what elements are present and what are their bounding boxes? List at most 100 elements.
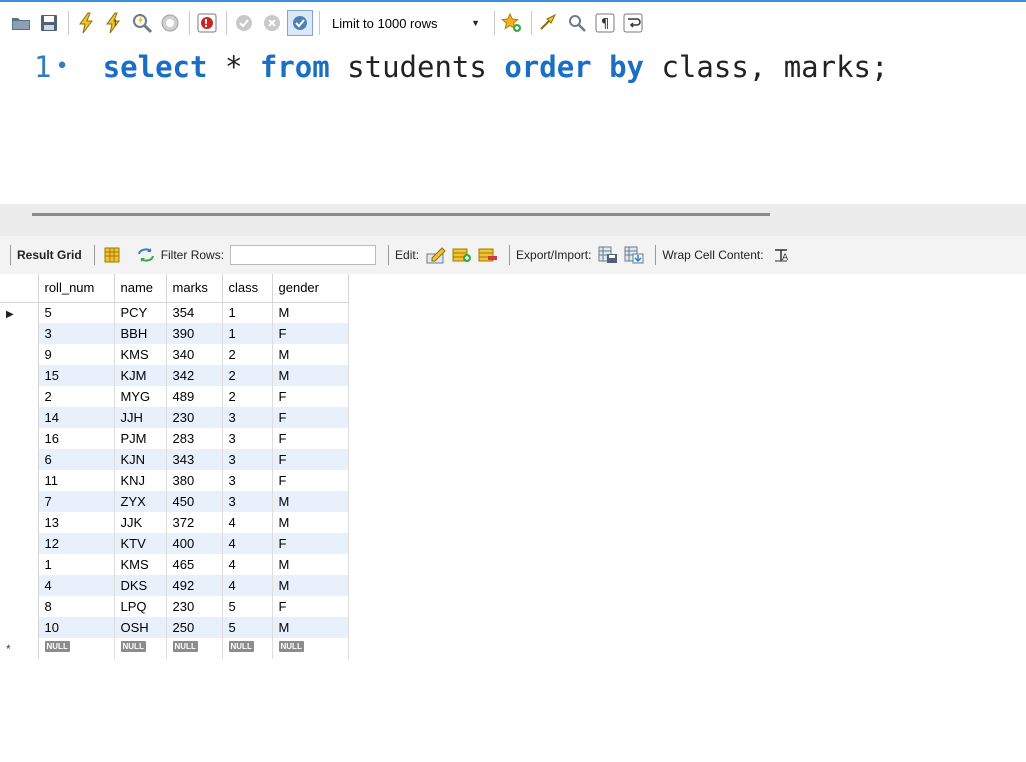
cell-roll-num[interactable]: 15 xyxy=(38,365,115,386)
cell-gender[interactable]: F xyxy=(272,323,349,344)
cell-gender[interactable]: M xyxy=(272,344,349,365)
cell-roll-num[interactable]: 6 xyxy=(38,449,115,470)
toggle-wrap-button[interactable] xyxy=(620,10,646,36)
table-row[interactable]: 13 JJK 372 4 M xyxy=(0,512,349,533)
cell-class[interactable]: 2 xyxy=(222,386,273,407)
cell-class[interactable]: 2 xyxy=(222,365,273,386)
horizontal-scrollbar[interactable] xyxy=(32,213,770,216)
row-header[interactable] xyxy=(0,449,39,470)
cell-name[interactable]: OSH xyxy=(114,617,167,638)
limit-rows-select[interactable]: Limit to 1000 rows ▼ xyxy=(328,11,486,35)
cell-class[interactable]: 3 xyxy=(222,470,273,491)
cell-marks[interactable]: 450 xyxy=(166,491,223,512)
cell-roll-num[interactable]: 12 xyxy=(38,533,115,554)
table-row[interactable]: 10 OSH 250 5 M xyxy=(0,617,349,638)
editor-line-1[interactable]: 1 • select * from students order by clas… xyxy=(34,50,888,84)
table-row[interactable]: 3 BBH 390 1 F xyxy=(0,323,349,344)
cell-class[interactable]: 1 xyxy=(222,323,273,344)
table-row[interactable]: 6 KJN 343 3 F xyxy=(0,449,349,470)
cell-marks[interactable]: 390 xyxy=(166,323,223,344)
row-header[interactable] xyxy=(0,470,39,491)
row-header[interactable] xyxy=(0,554,39,575)
cell-gender[interactable]: M xyxy=(272,617,349,638)
table-row[interactable]: 8 LPQ 230 5 F xyxy=(0,596,349,617)
cell-roll-num[interactable]: 1 xyxy=(38,554,115,575)
cell-name[interactable]: KMS xyxy=(114,554,167,575)
cell-class[interactable]: 3 xyxy=(222,407,273,428)
cell-class[interactable]: 3 xyxy=(222,491,273,512)
row-header[interactable] xyxy=(0,617,39,638)
table-row[interactable]: 14 JJH 230 3 F xyxy=(0,407,349,428)
save-file-button[interactable] xyxy=(36,10,62,36)
toggle-continue-on-error-button[interactable]: ! xyxy=(194,10,220,36)
cell-gender[interactable]: F xyxy=(272,428,349,449)
cell-marks[interactable]: 354 xyxy=(166,302,223,323)
table-row[interactable]: 16 PJM 283 3 F xyxy=(0,428,349,449)
cell-gender[interactable]: F xyxy=(272,449,349,470)
cell-marks[interactable]: 489 xyxy=(166,386,223,407)
result-grid[interactable]: roll_num name marks class gender ▶ 5 PCY 35… xyxy=(0,274,1026,762)
table-row[interactable]: 7 ZYX 450 3 M xyxy=(0,491,349,512)
cell-roll-num[interactable]: 4 xyxy=(38,575,115,596)
import-button[interactable] xyxy=(623,244,645,266)
cell-name[interactable]: JJK xyxy=(114,512,167,533)
cell-class[interactable]: 2 xyxy=(222,344,273,365)
cell-name[interactable]: PCY xyxy=(114,302,167,323)
table-row[interactable]: ▶ 5 PCY 354 1 M xyxy=(0,302,349,323)
table-row[interactable]: 2 MYG 489 2 F xyxy=(0,386,349,407)
beautify-button[interactable] xyxy=(536,10,562,36)
cell-gender[interactable]: M xyxy=(272,302,349,323)
cell-gender[interactable]: F xyxy=(272,407,349,428)
cell-gender-new[interactable]: NULL xyxy=(272,638,349,659)
panel-splitter[interactable] xyxy=(0,204,1026,236)
cell-roll-num[interactable]: 16 xyxy=(38,428,115,449)
add-snippet-button[interactable] xyxy=(499,10,525,36)
cell-gender[interactable]: M xyxy=(272,575,349,596)
column-header-marks[interactable]: marks xyxy=(166,274,223,303)
filter-rows-input[interactable] xyxy=(230,245,377,265)
cell-class[interactable]: 4 xyxy=(222,575,273,596)
execute-current-statement-button[interactable]: I xyxy=(101,10,127,36)
cell-name-new[interactable]: NULL xyxy=(114,638,167,659)
wrap-cell-content-button[interactable]: A xyxy=(770,244,792,266)
add-row-button[interactable] xyxy=(451,244,473,266)
cell-name[interactable]: ZYX xyxy=(114,491,167,512)
cell-class-new[interactable]: NULL xyxy=(222,638,273,659)
cell-name[interactable]: KTV xyxy=(114,533,167,554)
cell-gender[interactable]: F xyxy=(272,386,349,407)
cell-name[interactable]: LPQ xyxy=(114,596,167,617)
row-header[interactable]: * xyxy=(0,638,39,659)
row-header[interactable] xyxy=(0,575,39,596)
cell-roll-num[interactable]: 7 xyxy=(38,491,115,512)
cell-name[interactable]: BBH xyxy=(114,323,167,344)
cell-gender[interactable]: M xyxy=(272,512,349,533)
cell-gender[interactable]: M xyxy=(272,554,349,575)
cell-class[interactable]: 3 xyxy=(222,428,273,449)
cell-gender[interactable]: M xyxy=(272,491,349,512)
row-header[interactable] xyxy=(0,428,39,449)
row-header[interactable] xyxy=(0,386,39,407)
cell-name[interactable]: KMS xyxy=(114,344,167,365)
commit-button[interactable] xyxy=(231,10,257,36)
cell-marks[interactable]: 492 xyxy=(166,575,223,596)
cell-marks[interactable]: 343 xyxy=(166,449,223,470)
row-header[interactable] xyxy=(0,407,39,428)
cell-class[interactable]: 5 xyxy=(222,617,273,638)
column-header-roll-num[interactable]: roll_num xyxy=(38,274,115,303)
cell-roll-num[interactable]: 10 xyxy=(38,617,115,638)
cell-marks[interactable]: 342 xyxy=(166,365,223,386)
cell-class[interactable]: 4 xyxy=(222,554,273,575)
cell-name[interactable]: KJN xyxy=(114,449,167,470)
toggle-invisible-chars-button[interactable]: ¶ xyxy=(592,10,618,36)
sql-editor[interactable]: 1 • select * from students order by clas… xyxy=(0,44,1026,204)
cell-marks[interactable]: 465 xyxy=(166,554,223,575)
cell-gender[interactable]: F xyxy=(272,596,349,617)
cell-roll-num-new[interactable]: NULL xyxy=(38,638,115,659)
cell-class[interactable]: 4 xyxy=(222,533,273,554)
explain-button[interactable] xyxy=(129,10,155,36)
row-header[interactable] xyxy=(0,365,39,386)
refresh-button[interactable] xyxy=(135,244,157,266)
cell-marks-new[interactable]: NULL xyxy=(166,638,223,659)
autocommit-toggle-button[interactable] xyxy=(287,10,313,36)
cell-name[interactable]: KJM xyxy=(114,365,167,386)
